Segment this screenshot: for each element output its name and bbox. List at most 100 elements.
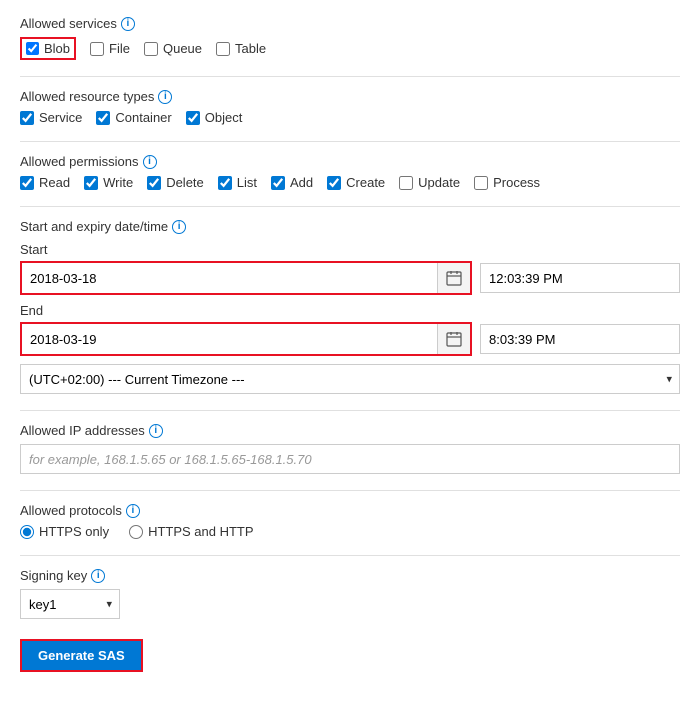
read-label[interactable]: Read — [39, 175, 70, 190]
object-label[interactable]: Object — [205, 110, 243, 125]
allowed-ip-label: Allowed IP addresses — [20, 423, 145, 438]
end-time-input-wrapper — [480, 324, 680, 354]
create-checkbox[interactable] — [327, 176, 341, 190]
allowed-protocols-section: Allowed protocols i HTTPS only HTTPS and… — [20, 503, 680, 539]
queue-label[interactable]: Queue — [163, 41, 202, 56]
read-checkbox-item: Read — [20, 175, 70, 190]
signing-key-select[interactable]: key1 key2 — [20, 589, 120, 619]
allowed-services-title: Allowed services i — [20, 16, 680, 31]
add-checkbox[interactable] — [271, 176, 285, 190]
read-checkbox[interactable] — [20, 176, 34, 190]
start-calendar-icon — [446, 270, 462, 286]
process-label[interactable]: Process — [493, 175, 540, 190]
generate-sas-button[interactable]: Generate SAS — [20, 639, 143, 672]
https-only-label[interactable]: HTTPS only — [39, 524, 109, 539]
start-calendar-button[interactable] — [437, 263, 470, 293]
container-label[interactable]: Container — [115, 110, 171, 125]
blob-checkbox[interactable] — [26, 42, 39, 55]
https-only-radio-item: HTTPS only — [20, 524, 109, 539]
list-checkbox[interactable] — [218, 176, 232, 190]
table-checkbox-item: Table — [216, 41, 266, 56]
write-checkbox[interactable] — [84, 176, 98, 190]
divider-6 — [20, 555, 680, 556]
allowed-resource-types-label: Allowed resource types — [20, 89, 154, 104]
queue-checkbox[interactable] — [144, 42, 158, 56]
timezone-select[interactable]: (UTC+02:00) --- Current Timezone --- — [20, 364, 680, 394]
write-checkbox-item: Write — [84, 175, 133, 190]
delete-label[interactable]: Delete — [166, 175, 204, 190]
file-checkbox[interactable] — [90, 42, 104, 56]
signing-key-label: Signing key — [20, 568, 87, 583]
create-label[interactable]: Create — [346, 175, 385, 190]
allowed-ip-info-icon[interactable]: i — [149, 424, 163, 438]
table-label[interactable]: Table — [235, 41, 266, 56]
blob-label[interactable]: Blob — [44, 41, 70, 56]
write-label[interactable]: Write — [103, 175, 133, 190]
update-label[interactable]: Update — [418, 175, 460, 190]
process-checkbox-item: Process — [474, 175, 540, 190]
allowed-permissions-options: Read Write Delete List Add Create Update — [20, 175, 680, 190]
service-checkbox-item: Service — [20, 110, 82, 125]
start-datetime-inputs — [20, 261, 680, 295]
start-expiry-info-icon[interactable]: i — [172, 220, 186, 234]
allowed-protocols-info-icon[interactable]: i — [126, 504, 140, 518]
end-time-input[interactable] — [480, 324, 680, 354]
allowed-resource-types-section: Allowed resource types i Service Contain… — [20, 89, 680, 125]
delete-checkbox[interactable] — [147, 176, 161, 190]
start-expiry-label: Start and expiry date/time — [20, 219, 168, 234]
start-date-input[interactable] — [22, 263, 437, 293]
file-checkbox-item: File — [90, 41, 130, 56]
allowed-permissions-info-icon[interactable]: i — [143, 155, 157, 169]
https-only-radio[interactable] — [20, 525, 34, 539]
divider-2 — [20, 141, 680, 142]
service-label[interactable]: Service — [39, 110, 82, 125]
start-datetime-row: Start — [20, 242, 680, 295]
allowed-services-label: Allowed services — [20, 16, 117, 31]
allowed-services-options: Blob File Queue Table — [20, 37, 680, 60]
signing-key-section: Signing key i key1 key2 ▾ — [20, 568, 680, 619]
end-datetime-inputs — [20, 322, 680, 356]
table-checkbox[interactable] — [216, 42, 230, 56]
file-label[interactable]: File — [109, 41, 130, 56]
allowed-protocols-title: Allowed protocols i — [20, 503, 680, 518]
start-date-label: Start — [20, 242, 680, 257]
delete-checkbox-item: Delete — [147, 175, 204, 190]
process-checkbox[interactable] — [474, 176, 488, 190]
https-http-radio-item: HTTPS and HTTP — [129, 524, 253, 539]
end-datetime-row: End — [20, 303, 680, 356]
allowed-permissions-section: Allowed permissions i Read Write Delete … — [20, 154, 680, 190]
start-expiry-section: Start and expiry date/time i Start — [20, 219, 680, 394]
allowed-resource-types-info-icon[interactable]: i — [158, 90, 172, 104]
generate-sas-section: Generate SAS — [20, 635, 680, 672]
start-time-input-wrapper — [480, 263, 680, 293]
allowed-protocols-label: Allowed protocols — [20, 503, 122, 518]
allowed-ip-section: Allowed IP addresses i — [20, 423, 680, 474]
list-checkbox-item: List — [218, 175, 257, 190]
object-checkbox[interactable] — [186, 111, 200, 125]
allowed-services-info-icon[interactable]: i — [121, 17, 135, 31]
signing-key-info-icon[interactable]: i — [91, 569, 105, 583]
end-calendar-icon — [446, 331, 462, 347]
signing-key-title: Signing key i — [20, 568, 680, 583]
divider-5 — [20, 490, 680, 491]
end-date-label: End — [20, 303, 680, 318]
container-checkbox[interactable] — [96, 111, 110, 125]
https-http-label[interactable]: HTTPS and HTTP — [148, 524, 253, 539]
start-expiry-title: Start and expiry date/time i — [20, 219, 680, 234]
create-checkbox-item: Create — [327, 175, 385, 190]
service-checkbox[interactable] — [20, 111, 34, 125]
https-http-radio[interactable] — [129, 525, 143, 539]
signing-key-wrapper: key1 key2 ▾ — [20, 589, 120, 619]
end-date-input[interactable] — [22, 324, 437, 354]
start-time-input[interactable] — [480, 263, 680, 293]
divider-1 — [20, 76, 680, 77]
blob-checkbox-wrapper: Blob — [20, 37, 76, 60]
container-checkbox-item: Container — [96, 110, 171, 125]
allowed-resource-types-options: Service Container Object — [20, 110, 680, 125]
update-checkbox[interactable] — [399, 176, 413, 190]
list-label[interactable]: List — [237, 175, 257, 190]
add-label[interactable]: Add — [290, 175, 313, 190]
end-calendar-button[interactable] — [437, 324, 470, 354]
allowed-resource-types-title: Allowed resource types i — [20, 89, 680, 104]
allowed-ip-input[interactable] — [20, 444, 680, 474]
